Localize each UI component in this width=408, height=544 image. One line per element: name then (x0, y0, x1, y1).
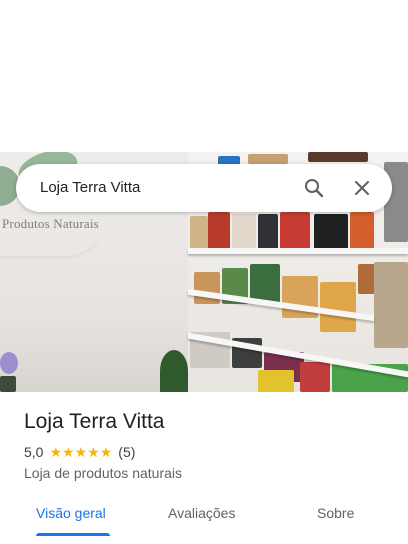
close-icon[interactable] (350, 176, 374, 200)
star-icon: ★ (62, 444, 75, 460)
product (194, 272, 220, 304)
place-name: Loja Terra Vitta (24, 410, 165, 433)
place-tabs: Visão geral Avaliações Sobre (0, 496, 408, 544)
review-count[interactable]: (5) (118, 444, 135, 460)
product (208, 212, 230, 250)
product (308, 152, 368, 162)
star-icon: ★ (99, 444, 113, 460)
product (258, 370, 294, 392)
product (190, 216, 208, 250)
tab-overview[interactable]: Visão geral (36, 505, 106, 521)
star-icon: ★ (87, 444, 100, 460)
search-query[interactable]: Loja Terra Vitta (40, 179, 140, 196)
shelf (188, 248, 408, 254)
product (314, 214, 348, 250)
search-icon[interactable] (302, 176, 326, 200)
tab-reviews[interactable]: Avaliações (168, 505, 235, 521)
rating-value: 5,0 (24, 444, 44, 460)
search-bar[interactable]: Loja Terra Vitta (16, 164, 392, 212)
product (248, 154, 288, 164)
flower (0, 352, 18, 374)
product (280, 212, 310, 250)
blank-area (0, 0, 408, 152)
rating-stars: ★ ★ ★ ★ ★ (49, 445, 112, 459)
star-icon: ★ (49, 444, 63, 460)
plant (160, 350, 188, 392)
star-icon: ★ (74, 444, 88, 460)
product (350, 212, 374, 250)
logo-subtitle: Produtos Naturais (2, 216, 99, 231)
product (300, 362, 330, 392)
rating-row[interactable]: 5,0 ★ ★ ★ ★ ★ (5) (24, 444, 135, 460)
active-tab-indicator (36, 533, 110, 536)
product (258, 214, 278, 250)
place-category: Loja de produtos naturais (24, 465, 182, 481)
product (320, 282, 356, 332)
pot (0, 376, 16, 392)
product (232, 214, 256, 250)
tab-about[interactable]: Sobre (317, 505, 354, 521)
product (374, 262, 408, 348)
